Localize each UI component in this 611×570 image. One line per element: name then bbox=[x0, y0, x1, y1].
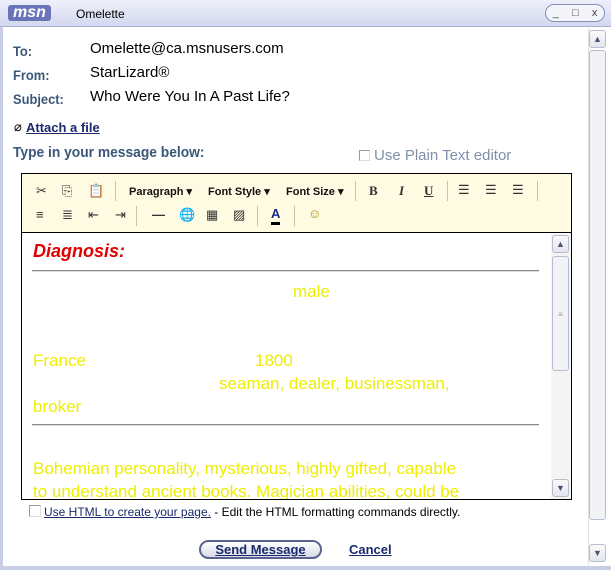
scroll-down-button[interactable]: ▼ bbox=[552, 479, 569, 497]
message-prompt: Type in your message below: bbox=[13, 144, 205, 161]
font-color-icon[interactable]: A bbox=[271, 206, 281, 225]
window-scrollbar[interactable]: ▲ ▼ bbox=[588, 28, 607, 565]
send-message-button[interactable]: Send Message bbox=[199, 540, 322, 559]
scroll-up-button[interactable]: ▲ bbox=[589, 30, 606, 48]
align-center-icon[interactable]: ☰ bbox=[485, 182, 497, 198]
hyperlink-globe-icon[interactable]: 🌐 bbox=[179, 207, 195, 223]
font-style-dropdown[interactable]: Font Style ▾ bbox=[208, 185, 270, 198]
align-right-icon[interactable]: ☰ bbox=[512, 182, 524, 198]
attach-file-link[interactable]: Attach a file bbox=[26, 120, 100, 135]
close-button[interactable]: x bbox=[592, 7, 598, 19]
maximize-button[interactable]: □ bbox=[572, 7, 579, 19]
window-frame bbox=[0, 27, 3, 570]
bold-button[interactable]: B bbox=[369, 183, 378, 199]
description-line: to understand ancient books. Magician ab… bbox=[33, 482, 460, 499]
diagnosis-heading: Diagnosis: bbox=[33, 241, 126, 261]
msn-logo: msn bbox=[8, 5, 51, 21]
scroll-thumb[interactable] bbox=[589, 50, 606, 520]
window-title: Omelette bbox=[76, 7, 125, 21]
cancel-link[interactable]: Cancel bbox=[349, 542, 392, 557]
align-left-icon[interactable]: ☰ bbox=[458, 182, 470, 198]
plain-text-checkbox[interactable] bbox=[359, 150, 370, 161]
bullet-list-icon[interactable]: ≣ bbox=[62, 207, 73, 223]
year-text: 1800 bbox=[255, 351, 293, 370]
from-value: StarLizard® bbox=[90, 64, 170, 81]
font-size-dropdown[interactable]: Font Size ▾ bbox=[286, 185, 343, 198]
paragraph-dropdown[interactable]: Paragraph ▾ bbox=[129, 185, 192, 198]
italic-button[interactable]: I bbox=[399, 183, 404, 199]
editor-toolbar: ✂ ⎘ 📋 Paragraph ▾ Font Style ▾ Font Size… bbox=[22, 174, 571, 233]
divider bbox=[32, 270, 539, 272]
scroll-thumb[interactable]: ≡ bbox=[552, 256, 569, 371]
rich-text-editor: ✂ ⎘ 📋 Paragraph ▾ Font Style ▾ Font Size… bbox=[21, 173, 572, 500]
use-html-link[interactable]: Use HTML to create your page. bbox=[44, 505, 211, 519]
to-value: Omelette@ca.msnusers.com bbox=[90, 40, 284, 57]
gender-text: male bbox=[293, 282, 330, 301]
message-body[interactable]: Diagnosis: male France 1800 seaman, deal… bbox=[22, 234, 551, 499]
professions-text: seaman, dealer, businessman, bbox=[219, 374, 450, 393]
use-html-description: - Edit the HTML formatting commands dire… bbox=[210, 505, 461, 519]
use-html-checkbox[interactable] bbox=[29, 505, 41, 517]
image-icon[interactable]: ▨ bbox=[233, 207, 245, 223]
outdent-icon[interactable]: ⇤ bbox=[88, 207, 99, 223]
editor-scrollbar[interactable]: ▲ ≡ ▼ bbox=[551, 234, 571, 499]
paperclip-icon: ⌀ bbox=[14, 119, 22, 134]
to-label: To: bbox=[13, 43, 33, 59]
subject-value: Who Were You In A Past Life? bbox=[90, 88, 290, 105]
professions-text-2: broker bbox=[33, 397, 82, 416]
plain-text-label: Use Plain Text editor bbox=[374, 147, 512, 164]
country-text: France bbox=[33, 351, 86, 370]
window-controls: _ □ x bbox=[545, 4, 605, 22]
use-html-row: Use HTML to create your page. - Edit the… bbox=[44, 505, 460, 519]
scroll-up-button[interactable]: ▲ bbox=[552, 235, 569, 253]
subject-label: Subject: bbox=[13, 91, 64, 107]
copy-icon[interactable]: ⎘ bbox=[62, 183, 72, 199]
divider bbox=[32, 424, 539, 426]
minimize-button[interactable]: _ bbox=[553, 7, 559, 19]
horizontal-rule-icon[interactable]: — bbox=[152, 207, 165, 223]
window-frame-bottom bbox=[0, 566, 611, 570]
title-bar: msn Omelette _ □ x bbox=[0, 0, 611, 27]
emoticon-icon[interactable]: ☺ bbox=[308, 206, 321, 222]
scroll-down-button[interactable]: ▼ bbox=[589, 544, 606, 562]
underline-button[interactable]: U bbox=[424, 183, 433, 199]
numbered-list-icon[interactable]: ≡ bbox=[36, 207, 44, 223]
from-label: From: bbox=[13, 67, 50, 83]
table-icon[interactable]: ▦ bbox=[206, 207, 218, 223]
paste-icon[interactable]: 📋 bbox=[88, 183, 104, 199]
cut-icon[interactable]: ✂ bbox=[36, 183, 47, 199]
indent-icon[interactable]: ⇥ bbox=[115, 207, 126, 223]
description-line: Bohemian personality, mysterious, highly… bbox=[33, 459, 457, 478]
